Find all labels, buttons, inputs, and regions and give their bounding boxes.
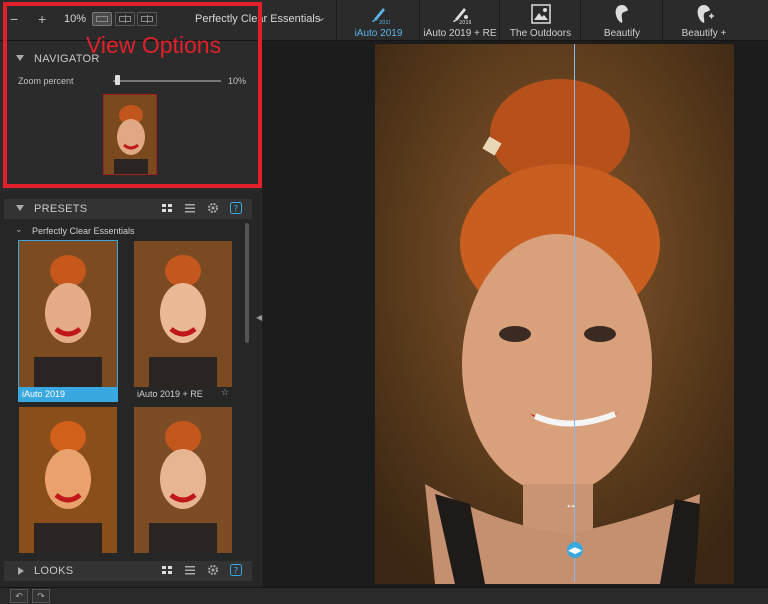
navigator-thumbnail[interactable] (103, 94, 157, 175)
zoom-value: 10% (64, 13, 87, 25)
zoom-percent-value: 10% (228, 76, 247, 86)
presets-title: PRESETS (34, 203, 88, 215)
navigator-panel: NAVIGATOR Zoom percent 10% (0, 41, 262, 191)
preset-dropdown[interactable]: Perfectly Clear Essentials (195, 13, 320, 25)
gear-icon[interactable] (207, 564, 219, 576)
resize-cursor-icon: ↔ (565, 497, 577, 511)
preset-thumbnail (19, 407, 117, 553)
tab-beautify-plus[interactable]: Beautify + (662, 0, 745, 40)
grid-view-icon[interactable] (161, 564, 173, 576)
svg-text:?: ? (234, 205, 239, 215)
view-options-annotation: View Options (86, 32, 222, 58)
zoom-percent-label: Zoom percent (18, 76, 74, 86)
star-icon[interactable]: ☆ (221, 387, 229, 398)
portrait-image (375, 44, 734, 584)
brush-2019-icon: 2019 (371, 8, 390, 25)
preset-thumbnail (134, 241, 232, 387)
bottom-bar: ↶ ↷ (0, 587, 768, 604)
collapse-triangle-icon[interactable] (16, 205, 24, 211)
svg-text:2019: 2019 (459, 20, 471, 25)
chevron-down-icon[interactable]: ⌄ (316, 10, 326, 24)
tab-iauto-2019-re[interactable]: 2019 iAuto 2019 + RE (419, 0, 500, 40)
chevron-down-icon[interactable]: ⌄ (15, 224, 23, 235)
presets-scrollbar[interactable] (245, 223, 249, 343)
zoom-slider[interactable] (113, 80, 221, 82)
preset-card[interactable] (19, 407, 117, 553)
presets-header[interactable]: PRESETS ? (4, 199, 252, 219)
zoom-in-button[interactable]: + (38, 11, 46, 27)
preset-thumbnail (19, 241, 117, 387)
help-icon[interactable]: ? (230, 202, 242, 215)
tab-beautify[interactable]: Beautify (580, 0, 663, 40)
undo-icon[interactable]: ↶ (10, 589, 28, 603)
side-by-side-view-button[interactable] (137, 12, 157, 26)
preset-label: iAuto 2019 (19, 387, 117, 401)
collapse-triangle-icon[interactable] (16, 55, 24, 61)
looks-header[interactable]: LOOKS ? (4, 561, 252, 581)
face-plus-icon (697, 5, 714, 23)
svg-text:?: ? (234, 567, 239, 577)
main-photo[interactable] (375, 44, 734, 584)
image-canvas[interactable] (263, 41, 768, 587)
single-view-button[interactable] (92, 12, 112, 26)
svg-text:2019: 2019 (379, 20, 390, 25)
thumbnail-image (104, 95, 156, 174)
help-icon[interactable]: ? (230, 564, 242, 577)
left-panel: NAVIGATOR Zoom percent 10% PRESETS ? ⌄ P… (0, 41, 262, 587)
preset-thumbnail (134, 407, 232, 553)
split-view-button[interactable] (115, 12, 135, 26)
preset-label: iAuto 2019 + RE (137, 389, 203, 399)
gear-icon[interactable] (207, 202, 219, 214)
grid-view-icon[interactable] (161, 202, 173, 214)
tab-the-outdoors[interactable]: The Outdoors (499, 0, 581, 40)
expand-triangle-icon[interactable] (18, 567, 24, 575)
preset-group-label: Perfectly Clear Essentials (32, 226, 135, 236)
brush-2019-re-icon: 2019 (453, 8, 471, 25)
list-view-icon[interactable] (184, 202, 196, 214)
preset-card[interactable] (134, 407, 232, 553)
zoom-slider-thumb[interactable] (115, 75, 121, 85)
tab-label: iAuto 2019 (354, 28, 403, 39)
tab-label: The Outdoors (509, 28, 572, 39)
redo-icon[interactable]: ↷ (32, 589, 50, 603)
landscape-icon (530, 4, 551, 24)
panel-collapse-icon[interactable]: ◀ (256, 313, 262, 322)
face-icon (615, 5, 628, 23)
tab-iauto-2019[interactable]: 2019 iAuto 2019 (336, 0, 420, 40)
looks-title: LOOKS (34, 565, 74, 577)
preset-card-iauto-2019[interactable]: iAuto 2019 (18, 240, 118, 402)
preset-card-iauto-2019-re[interactable]: iAuto 2019 + RE ☆ (134, 241, 232, 401)
tab-label: Beautify (603, 28, 641, 39)
tab-label: iAuto 2019 + RE (423, 28, 497, 39)
zoom-out-button[interactable]: − (10, 11, 18, 27)
split-handle-icon[interactable]: ◀▶ (567, 542, 583, 558)
list-view-icon[interactable] (184, 564, 196, 576)
tab-label: Beautify + (681, 28, 727, 39)
